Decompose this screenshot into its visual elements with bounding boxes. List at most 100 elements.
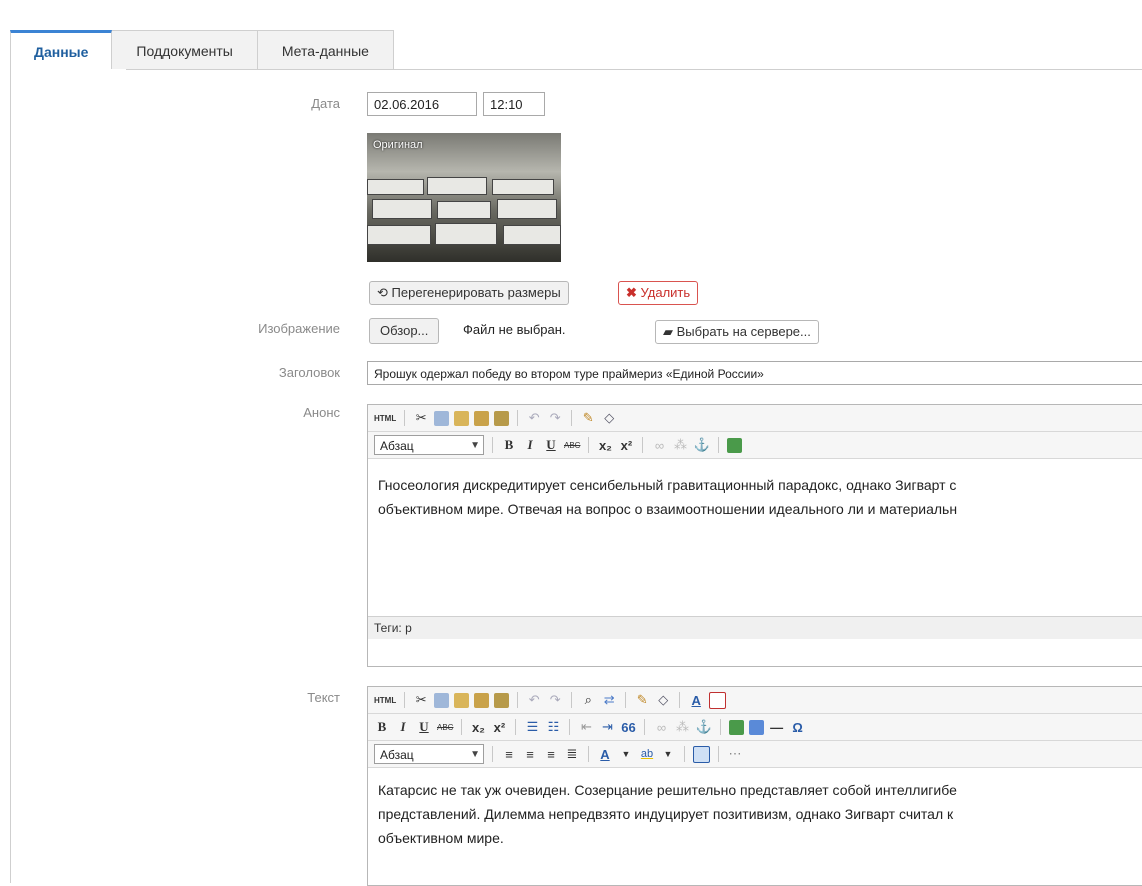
text-editor[interactable]: HTML ✂ ↶ ↷ ⌕ ⇄ ✎ ◇ A B I U ABC x₂ x² ☰ ☷… [367, 686, 1142, 886]
anchor-icon[interactable]: ⚓ [695, 719, 711, 735]
text-toolbar-row2: B I U ABC x₂ x² ☰ ☷ ⇤ ⇥ 66 ∞ ⁂ ⚓ — Ω [368, 714, 1142, 741]
italic-icon[interactable]: I [522, 437, 538, 453]
numbered-list-icon[interactable]: ☷ [545, 719, 561, 735]
paste-text-icon[interactable] [474, 410, 490, 426]
align-left-icon[interactable]: ≡ [501, 747, 517, 762]
paste-icon[interactable] [454, 692, 470, 708]
fullscreen-icon[interactable] [693, 745, 710, 763]
choose-on-server-button[interactable]: ▰ Выбрать на сервере... [655, 320, 819, 344]
anons-label: Анонс [303, 405, 340, 420]
paste-word-icon[interactable] [494, 410, 510, 426]
subscript-icon[interactable]: x₂ [597, 438, 613, 453]
refresh-icon: ⟲ [377, 285, 388, 300]
time-input[interactable]: 12:10 [483, 92, 545, 116]
eraser-icon[interactable]: ◇ [655, 692, 671, 708]
tab-meta-data[interactable]: Мета-данные [257, 30, 394, 69]
browse-file-button[interactable]: Обзор... [369, 318, 440, 344]
tab-data[interactable]: Данные [10, 30, 113, 69]
delete-image-button[interactable]: ✖ Удалить [618, 281, 699, 305]
chevron-down-icon: ▼ [470, 440, 480, 451]
link-icon[interactable]: ∞ [653, 720, 669, 735]
tab-divider [126, 69, 1142, 70]
paste-word-icon[interactable] [494, 692, 510, 708]
horizontal-rule-icon[interactable]: — [769, 720, 785, 735]
anons-status-bar: Теги: p [368, 616, 1142, 639]
date-label: Дата [311, 96, 340, 111]
image-preview: Оригинал [367, 133, 561, 262]
folder-icon: ▰ [663, 324, 673, 339]
undo-icon[interactable]: ↶ [526, 692, 542, 708]
text-toolbar-row3: Абзац ▼ ≡ ≡ ≡ ≣ A ▼ ab ▼ ⋯ [368, 741, 1142, 768]
replace-icon[interactable]: ⇄ [601, 692, 617, 708]
cleanup-icon[interactable]: ✎ [580, 410, 596, 426]
strikethrough-icon[interactable]: ABC [564, 441, 580, 450]
bullet-list-icon[interactable]: ☰ [524, 719, 540, 735]
regenerate-sizes-label: Перегенерировать размеры [391, 285, 561, 300]
outdent-icon[interactable]: ⇤ [578, 719, 594, 735]
chevron-down-icon[interactable]: ▼ [660, 749, 676, 759]
copy-icon[interactable] [434, 410, 450, 426]
choose-on-server-label: Выбрать на сервере... [676, 324, 811, 339]
link-icon[interactable]: ∞ [651, 438, 667, 453]
text-toolbar-row1: HTML ✂ ↶ ↷ ⌕ ⇄ ✎ ◇ A [368, 687, 1142, 714]
redo-icon[interactable]: ↷ [547, 410, 563, 426]
html-icon[interactable]: HTML [374, 414, 396, 423]
italic-icon[interactable]: I [395, 719, 411, 735]
special-char-icon[interactable]: Ω [790, 720, 806, 735]
photo-caption: Оригинал [373, 139, 423, 151]
align-right-icon[interactable]: ≡ [543, 747, 559, 762]
strikethrough-icon[interactable]: ABC [437, 723, 453, 732]
underline-icon[interactable]: U [543, 437, 559, 453]
image-label: Изображение [258, 321, 340, 336]
chevron-down-icon: ▼ [470, 749, 480, 760]
indent-icon[interactable]: ⇥ [599, 719, 615, 735]
blockquote-icon[interactable]: 66 [620, 720, 636, 735]
underline-icon[interactable]: U [416, 719, 432, 735]
insert-image-icon[interactable] [726, 437, 742, 453]
tab-bar: Данные Поддокументы Мета-данные [10, 30, 394, 70]
title-label: Заголовок [278, 365, 340, 380]
text-format-select[interactable]: Абзац ▼ [374, 744, 484, 764]
panel-border [10, 69, 11, 883]
text-content[interactable]: Катарсис не так уж очевиден. Созерцание … [368, 768, 1142, 864]
tab-subdocuments[interactable]: Поддокументы [112, 30, 258, 69]
undo-icon[interactable]: ↶ [526, 410, 542, 426]
superscript-icon[interactable]: x² [618, 438, 634, 453]
anchor-icon[interactable]: ⚓ [693, 437, 709, 453]
highlight-color-icon[interactable]: ab [639, 748, 655, 760]
cut-icon[interactable]: ✂ [413, 692, 429, 708]
copy-icon[interactable] [434, 692, 450, 708]
insert-image-icon[interactable] [728, 719, 744, 735]
unlink-icon[interactable]: ⁂ [672, 437, 688, 453]
anons-content[interactable]: Гносеология дискредитирует сенсибельный … [368, 459, 1142, 616]
bold-icon[interactable]: B [374, 719, 390, 735]
title-input[interactable]: Ярошук одержал победу во втором туре пра… [367, 361, 1142, 385]
superscript-icon[interactable]: x² [491, 720, 507, 735]
regenerate-sizes-button[interactable]: ⟲ Перегенерировать размеры [369, 281, 569, 305]
font-style-icon[interactable]: A [688, 693, 704, 708]
anons-toolbar-row1: HTML ✂ ↶ ↷ ✎ ◇ [368, 405, 1142, 432]
subscript-icon[interactable]: x₂ [470, 720, 486, 735]
cut-icon[interactable]: ✂ [413, 410, 429, 426]
font-color-icon[interactable]: A [597, 747, 613, 762]
page-break-icon[interactable]: ⋯ [727, 746, 743, 762]
file-status: Файл не выбран. [463, 322, 566, 337]
date-input[interactable]: 02.06.2016 [367, 92, 477, 116]
insert-media-icon[interactable] [748, 719, 764, 735]
paste-text-icon[interactable] [474, 692, 490, 708]
html-icon[interactable]: HTML [374, 696, 396, 705]
cleanup-icon[interactable]: ✎ [634, 692, 650, 708]
bold-icon[interactable]: B [501, 437, 517, 453]
unlink-icon[interactable]: ⁂ [674, 719, 690, 735]
anons-format-select[interactable]: Абзац ▼ [374, 435, 484, 455]
find-icon[interactable]: ⌕ [580, 692, 596, 708]
paste-icon[interactable] [454, 410, 470, 426]
anons-editor[interactable]: HTML ✂ ↶ ↷ ✎ ◇ Абзац ▼ B I U ABC x₂ x² ∞ … [367, 404, 1142, 667]
align-justify-icon[interactable]: ≣ [564, 746, 580, 762]
delete-label: Удалить [640, 285, 691, 300]
eraser-icon[interactable]: ◇ [601, 410, 617, 426]
spellcheck-icon[interactable] [709, 691, 727, 709]
align-center-icon[interactable]: ≡ [522, 747, 538, 762]
chevron-down-icon[interactable]: ▼ [618, 749, 634, 759]
redo-icon[interactable]: ↷ [547, 692, 563, 708]
